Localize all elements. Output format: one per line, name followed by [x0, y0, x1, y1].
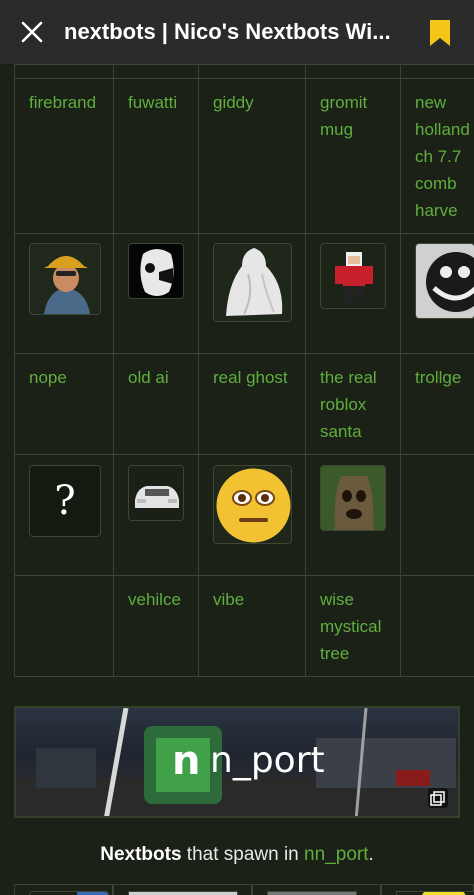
- top-bar: nextbots | Nico's Nextbots Wi...: [0, 0, 474, 64]
- close-icon: [21, 21, 43, 43]
- banner-text-n: n: [172, 738, 201, 784]
- soldier-hardhat-image[interactable]: [29, 243, 101, 315]
- table-row: [14, 64, 474, 79]
- sheet-ghost-image[interactable]: [213, 243, 292, 322]
- nextbot-link-new-holland[interactable]: new holland ch 7.7 comb harve: [415, 89, 474, 224]
- preview-cell: [14, 884, 113, 895]
- nn-port-link[interactable]: nn_port: [304, 844, 368, 865]
- nextbot-link-the-real-roblox-santa[interactable]: the real roblox santa: [320, 364, 400, 445]
- nextbot-link-vibe[interactable]: vibe: [213, 586, 305, 613]
- banner-text-rest: n_port: [210, 740, 325, 781]
- roblox-santa-image[interactable]: [320, 243, 386, 309]
- preview-cell: [252, 884, 381, 895]
- nextbots-table: firebrand fuwatti giddy gromit mug new h…: [14, 64, 474, 677]
- nextbot-link-trollge[interactable]: trollge: [415, 364, 474, 391]
- nextbot-link-nope[interactable]: nope: [29, 364, 113, 391]
- preview-cell: [113, 884, 252, 895]
- tree-face-image[interactable]: [320, 465, 386, 531]
- page-title: nextbots | Nico's Nextbots Wi...: [64, 19, 391, 44]
- preview-cell: [381, 884, 474, 895]
- close-button[interactable]: [0, 0, 64, 64]
- expand-button[interactable]: [428, 788, 448, 808]
- next-table-preview: [14, 884, 474, 895]
- question-mark-image[interactable]: ?: [29, 465, 101, 537]
- nextbot-link-giddy[interactable]: giddy: [213, 89, 305, 116]
- bookmark-button[interactable]: [428, 18, 452, 48]
- nextbot-link-old-ai[interactable]: old ai: [128, 364, 198, 391]
- nextbot-link-firebrand[interactable]: firebrand: [29, 89, 113, 116]
- white-car-image[interactable]: [128, 465, 184, 521]
- table-row: ?: [14, 454, 474, 576]
- vibe-face-image[interactable]: [213, 465, 292, 544]
- caption-end: .: [368, 844, 374, 865]
- expand-icon: [430, 791, 445, 806]
- table-row: [14, 233, 474, 354]
- table-row: firebrand fuwatti giddy gromit mug new h…: [14, 78, 474, 234]
- spawn-caption: Nextbots that spawn in nn_port.: [0, 844, 474, 866]
- page-content: firebrand fuwatti giddy gromit mug new h…: [0, 64, 474, 895]
- caption-bold: Nextbots: [100, 844, 182, 865]
- map-banner-nn-port[interactable]: n n_port: [14, 706, 460, 818]
- nextbot-link-vehilce[interactable]: vehilce: [128, 586, 198, 613]
- question-glyph: ?: [54, 478, 76, 524]
- nextbot-link-fuwatti[interactable]: fuwatti: [128, 89, 198, 116]
- caption-middle: that spawn in: [181, 844, 305, 865]
- trollge-face-image[interactable]: [415, 243, 474, 319]
- nextbot-link-wise-mystical-tree[interactable]: wise mystical tree: [320, 586, 400, 667]
- table-row: vehilce vibe wise mystical tree: [14, 575, 474, 677]
- nextbot-link-real-ghost[interactable]: real ghost: [213, 364, 305, 391]
- bookmark-icon: [430, 20, 450, 46]
- table-row: nope old ai real ghost the real roblox s…: [14, 353, 474, 455]
- nextbot-link-gromit-mug[interactable]: gromit mug: [320, 89, 400, 143]
- white-face-image[interactable]: [128, 243, 184, 299]
